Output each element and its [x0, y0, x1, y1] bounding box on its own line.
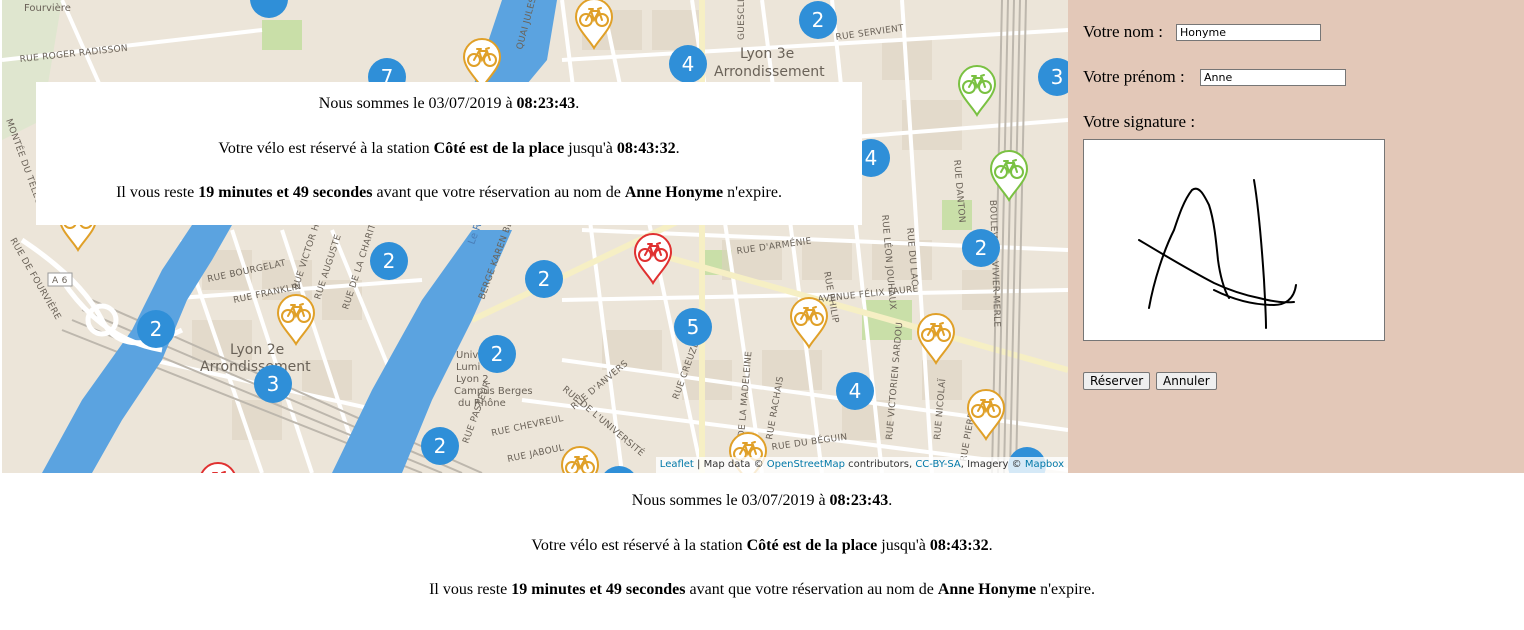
reservation-form: Votre nom : Votre prénom : Votre signatu… — [1068, 0, 1524, 473]
bike-icon — [989, 150, 1029, 202]
bike-station-pin-selected[interactable] — [633, 233, 673, 285]
label-lyon-3e: Lyon 3e — [740, 46, 794, 62]
cluster-marker[interactable]: 2 — [799, 1, 837, 39]
reservation-remaining-line: Il vous reste 19 minutes et 49 secondes … — [116, 184, 782, 201]
bike-station-pin[interactable] — [276, 294, 316, 346]
bike-icon — [966, 389, 1006, 441]
bike-icon — [789, 297, 829, 349]
reservation-popup: Nous sommes le 03/07/2019 à 08:23:43. Vo… — [36, 82, 862, 225]
license-link[interactable]: CC-BY-SA — [915, 459, 960, 470]
bike-icon — [574, 0, 614, 50]
bike-icon — [276, 294, 316, 346]
label-guesclin: GUESCLIN — [737, 0, 747, 40]
cluster-marker[interactable]: 3 — [1038, 58, 1068, 96]
label-lyon2: Lyon 2 — [456, 374, 489, 385]
cluster-marker[interactable]: 2 — [962, 229, 1000, 267]
lastname-label: Votre nom : — [1083, 22, 1163, 41]
signature-drawing — [1138, 179, 1297, 329]
bike-station-pin[interactable] — [957, 65, 997, 117]
cancel-button[interactable]: Annuler — [1156, 372, 1217, 390]
leaflet-link[interactable]: Leaflet — [660, 459, 694, 470]
bike-station-pin[interactable] — [560, 446, 600, 473]
summary-date-line: Nous sommes le 03/07/2019 à 08:23:43. — [631, 492, 893, 509]
reserve-button[interactable]: Réserver — [1083, 372, 1151, 390]
summary-station-line: Votre vélo est réservé à la station Côté… — [531, 537, 993, 554]
bike-station-pin[interactable] — [789, 297, 829, 349]
firstname-input[interactable] — [1200, 69, 1346, 86]
map-tiles: Fourvière RUE ROGER RADISSON RUE SERVIEN… — [2, 0, 1068, 473]
reservation-date-line: Nous sommes le 03/07/2019 à 08:23:43. — [318, 95, 580, 112]
cluster-marker[interactable]: 2 — [137, 310, 175, 348]
bike-station-pin[interactable] — [198, 462, 238, 473]
bike-icon — [633, 233, 673, 285]
cluster-marker[interactable]: 2 — [525, 260, 563, 298]
bike-icon — [200, 462, 236, 473]
bike-icon — [916, 313, 956, 365]
bike-station-pin[interactable] — [916, 313, 956, 365]
label-a6: A 6 — [52, 276, 68, 286]
bike-icon — [560, 446, 600, 473]
cluster-marker[interactable]: 3 — [254, 365, 292, 403]
signature-label: Votre signature : — [1083, 112, 1196, 131]
osm-link[interactable]: OpenStreetMap — [767, 459, 845, 470]
lastname-input[interactable] — [1176, 24, 1321, 41]
label-du-rhone: du Rhône — [458, 397, 506, 409]
map-attribution: Leaflet | Map data © OpenStreetMap contr… — [655, 457, 1068, 473]
summary-remaining-line: Il vous reste 19 minutes et 49 secondes … — [429, 581, 1095, 598]
signature-canvas[interactable] — [1083, 139, 1385, 341]
label-lyon-2e-arr: Arrondissement — [200, 359, 311, 375]
reservation-station-line: Votre vélo est réservé à la station Côté… — [218, 140, 680, 157]
label-campus-berges: Campus Berges — [454, 386, 533, 397]
label-fourviere: Fourvière — [24, 2, 71, 14]
station-map[interactable]: Fourvière RUE ROGER RADISSON RUE SERVIEN… — [2, 0, 1068, 473]
bike-icon — [957, 65, 997, 117]
cluster-marker[interactable]: 4 — [836, 372, 874, 410]
mapbox-link[interactable]: Mapbox — [1025, 459, 1064, 470]
cluster-marker[interactable]: 4 — [669, 45, 707, 83]
label-lyon-3e-arr: Arrondissement — [714, 64, 825, 80]
label-univ: Univ — [456, 350, 478, 361]
bike-station-pin[interactable] — [989, 150, 1029, 202]
cluster-marker[interactable]: 2 — [478, 335, 516, 373]
cluster-marker[interactable]: 5 — [674, 308, 712, 346]
cluster-marker[interactable]: 2 — [370, 242, 408, 280]
cluster-marker[interactable]: 2 — [421, 427, 459, 465]
bike-station-pin[interactable] — [574, 0, 614, 50]
bike-station-pin[interactable] — [966, 389, 1006, 441]
firstname-label: Votre prénom : — [1083, 67, 1185, 86]
label-lumi: Lumi — [456, 362, 480, 373]
